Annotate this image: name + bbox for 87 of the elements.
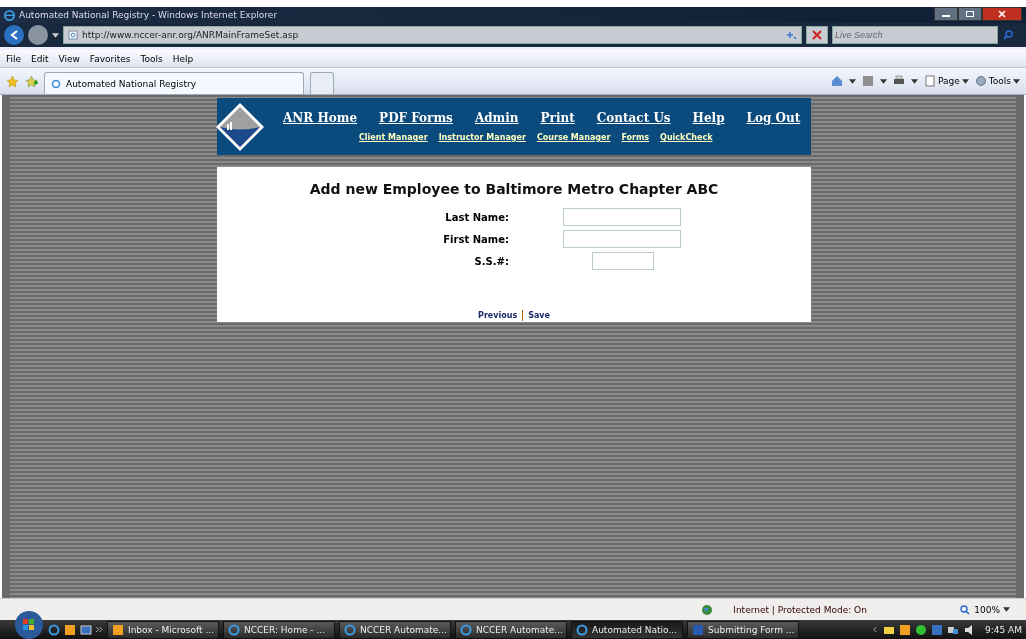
gear-icon — [974, 75, 987, 87]
close-icon — [997, 10, 1007, 18]
browser-tab[interactable]: Automated National Registry — [44, 72, 304, 94]
taskbar-button[interactable]: NCCER Automate... — [455, 620, 567, 639]
ie-icon — [51, 78, 61, 89]
form-link[interactable]: Previous — [478, 311, 518, 320]
volume-icon[interactable] — [963, 623, 975, 636]
form-link[interactable]: Save — [528, 311, 550, 320]
taskbar-button[interactable]: Submitting Form ... — [687, 620, 799, 639]
page-icon — [68, 30, 78, 40]
print-icon[interactable] — [893, 75, 906, 87]
document-icon — [692, 623, 704, 636]
ie-icon[interactable] — [48, 623, 60, 636]
ie-icon — [460, 623, 472, 636]
subnav-link[interactable]: Forms — [621, 133, 650, 142]
add-favorite-icon[interactable] — [25, 74, 38, 88]
refresh-icon[interactable] — [785, 29, 797, 41]
menu-item[interactable]: File — [6, 53, 22, 64]
caret-icon — [961, 78, 969, 84]
field-label: Last Name: — [444, 211, 509, 223]
taskbar-button[interactable]: Automated Natio... — [571, 620, 683, 639]
forward-button[interactable] — [28, 25, 48, 45]
nav-link[interactable]: Log Out — [746, 111, 801, 125]
caret-icon — [1003, 607, 1010, 612]
caret-icon[interactable] — [52, 32, 59, 38]
app-icon[interactable] — [931, 623, 943, 636]
outlook-icon[interactable] — [64, 623, 76, 636]
zoom-level[interactable]: 100% — [953, 602, 1016, 617]
security-zone: Internet | Protected Mode: On — [733, 604, 868, 615]
taskbar-button[interactable]: NCCER: Home - ... — [223, 620, 335, 639]
window-title: Automated National Registry - Windows Internet Explorer — [19, 10, 279, 20]
nav-link[interactable]: Contact Us — [596, 111, 671, 125]
desktop-icon[interactable] — [80, 623, 92, 636]
nav-link[interactable]: Help — [692, 111, 725, 125]
nav-link[interactable]: ANR Home — [283, 111, 358, 125]
command-menu[interactable]: Tools — [974, 75, 1020, 87]
page-icon — [924, 75, 937, 87]
menu-item[interactable]: View — [58, 53, 80, 64]
text-field[interactable] — [563, 230, 681, 248]
menu-item[interactable]: Help — [172, 53, 194, 64]
back-button[interactable] — [4, 25, 24, 45]
minimize-button[interactable] — [934, 7, 958, 21]
command-menu[interactable]: Page — [924, 75, 969, 87]
subnav-link[interactable]: Client Manager — [359, 133, 428, 142]
nav-link[interactable]: PDF Forms — [379, 111, 453, 125]
text-field[interactable] — [592, 252, 654, 270]
ie-icon — [344, 623, 356, 636]
field-label: First Name: — [442, 233, 509, 245]
restore-button[interactable] — [958, 7, 982, 21]
zoom-icon — [959, 603, 972, 616]
subnav-link[interactable]: Instructor Manager — [438, 133, 526, 142]
subnav-link[interactable]: Course Manager — [536, 133, 611, 142]
start-button[interactable] — [14, 609, 44, 639]
caret-icon[interactable] — [849, 78, 857, 84]
field-label: S.S.#: — [473, 255, 509, 267]
chevron-icon[interactable] — [872, 627, 879, 632]
search-icon[interactable] — [1002, 29, 1014, 41]
ie-icon — [576, 623, 588, 636]
menu-item[interactable]: Tools — [140, 53, 163, 64]
caret-icon[interactable] — [911, 78, 919, 84]
address-field[interactable]: http://www.nccer-anr.org/ANRMainFrameSet.asp — [63, 26, 802, 44]
menu-item[interactable]: Edit — [31, 53, 49, 64]
restore-icon — [965, 10, 975, 18]
taskbar-button[interactable]: NCCER Automate... — [339, 620, 451, 639]
search-field[interactable]: Live Search — [832, 26, 998, 44]
chevron-icon[interactable] — [96, 627, 103, 632]
outlook-icon — [112, 623, 124, 636]
text-field[interactable] — [563, 208, 681, 226]
clock: 9:45 AM — [985, 624, 1022, 635]
nav-link[interactable]: Admin — [474, 111, 519, 125]
close-icon — [811, 29, 823, 41]
ie-logo-icon — [4, 9, 15, 21]
stop-button[interactable] — [806, 26, 828, 44]
menu-item[interactable]: Favorites — [89, 53, 131, 64]
status-icon[interactable] — [915, 623, 927, 636]
globe-icon — [701, 603, 714, 616]
form-heading: Add new Employee to Baltimore Metro Chapter ABC — [309, 181, 719, 197]
subnav-link[interactable]: QuickCheck — [660, 133, 713, 142]
logo-icon — [215, 101, 265, 152]
nav-link[interactable]: Print — [540, 111, 575, 125]
star-icon[interactable] — [6, 74, 19, 88]
ie-icon — [228, 623, 240, 636]
close-button[interactable] — [982, 7, 1022, 21]
caret-icon — [1013, 78, 1020, 84]
home-icon[interactable] — [831, 75, 844, 87]
caret-icon[interactable] — [880, 78, 888, 84]
taskbar-button[interactable]: Inbox - Microsoft ... — [107, 620, 219, 639]
